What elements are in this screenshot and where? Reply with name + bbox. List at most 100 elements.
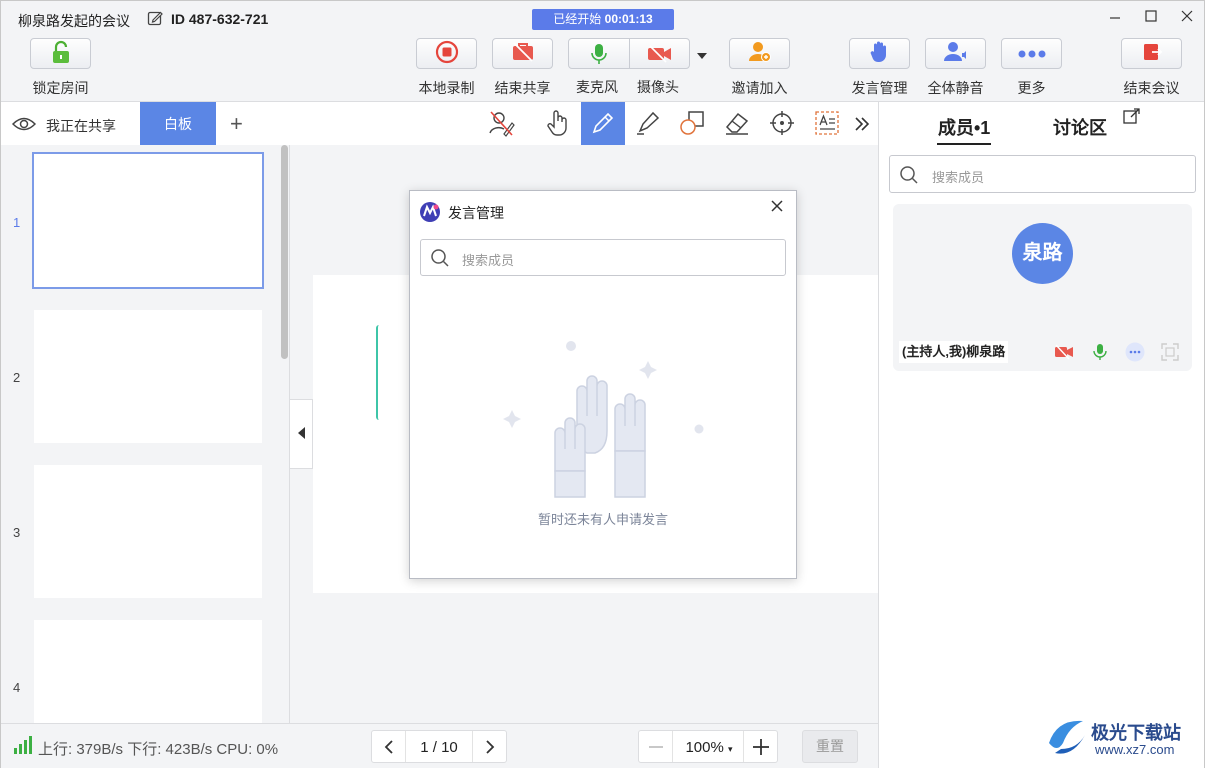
text-box-icon	[813, 109, 841, 140]
text-tool[interactable]	[805, 102, 849, 146]
thumbnail-4[interactable]	[34, 620, 262, 723]
empty-state-text: 暂时还未有人申请发言	[537, 512, 668, 527]
unlock-icon	[50, 40, 72, 67]
mic-icon[interactable]	[589, 43, 609, 68]
prev-page-button[interactable]	[372, 731, 406, 762]
avatar: 泉路	[1012, 223, 1073, 284]
speech-management-label: 发言管理	[851, 80, 908, 96]
search-icon	[899, 165, 919, 188]
zoom-level[interactable]: 100% ▾	[673, 739, 745, 756]
maximize-icon[interactable]	[1141, 7, 1161, 27]
highlighter-tool[interactable]	[626, 102, 670, 146]
add-tab-button[interactable]: +	[230, 111, 243, 137]
meeting-window: 柳泉路发起的会议 ID 487-632-721 已经开始 00:01:13 锁定…	[0, 0, 1205, 768]
collapse-sidebar-button[interactable]	[290, 399, 313, 469]
title-bar: 柳泉路发起的会议 ID 487-632-721 已经开始 00:01:13	[1, 1, 1204, 35]
meeting-timer: 已经开始 00:01:13	[532, 9, 674, 30]
chevron-left-icon	[384, 739, 393, 754]
zoom-in-button[interactable]	[743, 731, 777, 762]
more-label: 更多	[1017, 80, 1046, 96]
thumbnail-number: 3	[13, 525, 21, 540]
member-fullscreen-icon[interactable]	[1160, 342, 1180, 362]
speech-management-dialog: 发言管理 搜索成员 暂时还未有人申请发言	[409, 190, 797, 579]
end-meeting-button[interactable]: 结束会议	[1121, 38, 1182, 98]
raise-hand-icon	[869, 40, 891, 67]
timer-prefix: 已经开始	[553, 12, 602, 26]
record-icon	[435, 40, 459, 67]
tab-discussion[interactable]: 讨论区	[1053, 114, 1107, 140]
app-logo-icon	[419, 201, 441, 226]
dialog-title: 发言管理	[448, 205, 504, 221]
eraser-icon	[723, 110, 751, 139]
sharing-status: 我正在共享	[46, 118, 116, 134]
minimize-icon[interactable]	[1105, 7, 1125, 27]
slide-thumbnails: 1 2 3 4	[1, 145, 290, 723]
thumbnail-2[interactable]	[34, 310, 262, 443]
page-navigator: 1 / 10	[371, 730, 507, 763]
tab-members[interactable]: 成员•1	[938, 114, 990, 140]
invite-label: 邀请加入	[731, 80, 788, 96]
whiteboard-tab[interactable]: 白板	[140, 102, 216, 146]
member-search-box[interactable]: 搜索成员	[889, 155, 1196, 193]
expand-tools-icon[interactable]	[853, 114, 871, 137]
thumbnail-number: 4	[13, 680, 21, 695]
chevron-right-icon	[485, 739, 494, 754]
member-mic-icon[interactable]	[1090, 342, 1110, 362]
zoom-out-button[interactable]	[639, 731, 673, 762]
hand-tool[interactable]	[536, 102, 580, 146]
end-meeting-label: 结束会议	[1123, 80, 1180, 96]
no-annotation-icon	[487, 109, 515, 140]
member-camera-off-icon[interactable]	[1054, 342, 1074, 362]
local-record-label: 本地录制	[418, 80, 475, 96]
camera-off-icon[interactable]	[647, 44, 673, 67]
dialog-close-button[interactable]	[770, 197, 784, 218]
close-window-icon[interactable]	[1177, 7, 1197, 27]
popout-icon[interactable]	[1123, 107, 1141, 128]
watermark-url: www.xz7.com	[1095, 742, 1175, 757]
invite-button[interactable]: 邀请加入	[729, 38, 790, 98]
eraser-tool[interactable]	[715, 102, 759, 146]
shapes-icon	[679, 110, 707, 139]
reset-button[interactable]: 重置	[802, 730, 858, 763]
timer-value: 00:01:13	[604, 12, 653, 26]
camera-dropdown-icon[interactable]	[696, 48, 708, 64]
mute-all-button[interactable]: 全体静音	[925, 38, 986, 98]
member-name: (主持人,我)柳泉路	[899, 341, 1009, 363]
thumbnail-1[interactable]	[32, 152, 264, 289]
site-watermark: 极光下载站 www.xz7.com	[1043, 713, 1181, 762]
member-card[interactable]: 泉路 (主持人,我)柳泉路	[893, 204, 1192, 371]
thumbnail-scrollbar[interactable]	[281, 145, 288, 359]
shape-tool[interactable]	[671, 102, 715, 146]
local-record-button[interactable]: 本地录制	[416, 38, 477, 98]
thumbnail-number: 2	[13, 370, 21, 385]
add-user-icon	[748, 41, 772, 66]
drawn-stroke	[376, 325, 379, 420]
signal-strength-icon	[13, 736, 33, 757]
dialog-search-placeholder: 搜索成员	[462, 253, 515, 268]
more-button[interactable]: 更多	[1001, 38, 1062, 98]
lock-room-label: 锁定房间	[32, 80, 89, 96]
thumbnail-3[interactable]	[34, 465, 262, 598]
thumbnail-number: 1	[13, 215, 21, 230]
zoom-value: 100%	[685, 739, 724, 756]
more-dots-icon	[1017, 46, 1047, 62]
status-bar: 上行: 379B/s 下行: 423B/s CPU: 0% 1 / 10 100…	[1, 723, 878, 768]
lock-room-button[interactable]: 锁定房间	[30, 38, 91, 98]
next-page-button[interactable]	[472, 731, 506, 762]
speech-management-button[interactable]: 发言管理	[849, 38, 910, 98]
edit-title-icon[interactable]	[147, 10, 163, 26]
search-icon	[430, 248, 450, 271]
dialog-search-box[interactable]: 搜索成员	[420, 239, 786, 276]
laser-pointer-tool[interactable]	[760, 102, 804, 146]
pen-tool[interactable]	[581, 102, 625, 146]
member-more-icon[interactable]	[1125, 342, 1145, 362]
exit-icon	[1141, 41, 1163, 66]
crosshair-icon	[768, 109, 796, 140]
stop-annotation-tool[interactable]	[479, 102, 523, 146]
zoom-control: 100% ▾	[638, 730, 778, 763]
end-share-button[interactable]: 结束共享	[492, 38, 553, 98]
side-panel: 成员•1 讨论区 搜索成员 泉路 (主持人,我)柳泉路	[878, 101, 1204, 768]
minus-icon	[648, 745, 663, 748]
network-stats: 上行: 379B/s 下行: 423B/s CPU: 0%	[38, 741, 279, 758]
end-share-label: 结束共享	[494, 80, 551, 96]
